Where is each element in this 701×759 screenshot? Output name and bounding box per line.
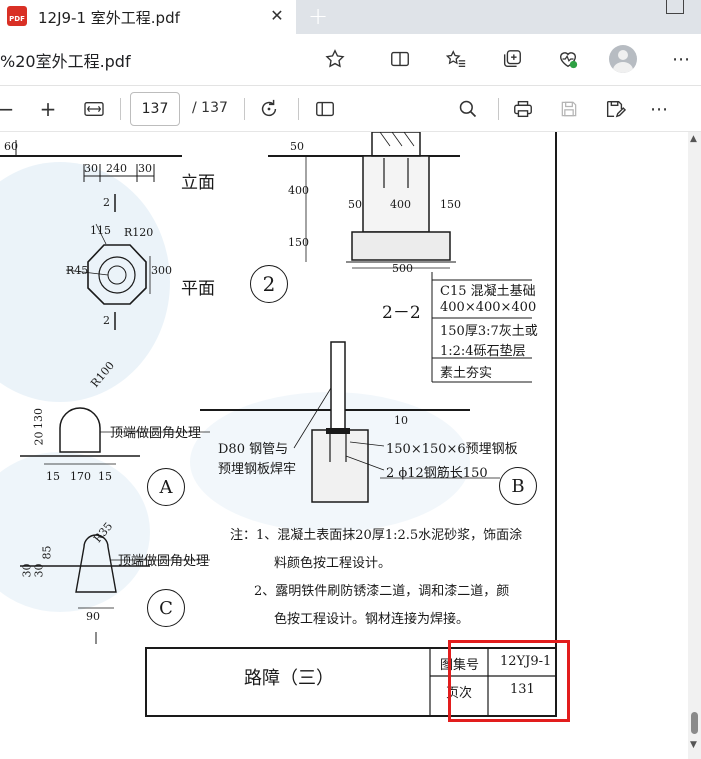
dim-label: 50 [290, 140, 304, 153]
address-bar-row: %20室外工程.pdf ⋯ [0, 34, 701, 86]
pdf-page: 60 30 240 30 立面 2 115 R120 R45 300 平面 2 … [0, 132, 688, 759]
dim-label: 15 [98, 470, 112, 483]
scroll-thumb[interactable] [691, 712, 698, 734]
split-screen-icon[interactable] [387, 46, 413, 72]
note-line: 料颜色按工程设计。 [274, 556, 392, 571]
section-mark: 2 [103, 314, 110, 327]
detail-circle-b: B [499, 467, 537, 505]
title-block-title: 路障（三） [244, 668, 334, 689]
restore-window-icon[interactable] [666, 0, 684, 14]
dim-label: 15 [46, 470, 60, 483]
toolbar-divider [298, 98, 299, 120]
dim-label: 30 [84, 162, 98, 175]
note-line: 2、露明铁件刷防锈漆二道，调和漆二道，颜 [254, 584, 510, 599]
dim-label: 115 [90, 224, 111, 237]
tab-strip: PDF 12J9-1 室外工程.pdf ✕ + [0, 0, 701, 34]
dim-label: 20 [32, 431, 46, 446]
print-icon[interactable] [510, 95, 536, 123]
dim-label: 400 [288, 184, 309, 197]
dim-label: 240 [106, 162, 127, 175]
zoom-out-button[interactable]: − [0, 95, 18, 123]
collections-icon[interactable] [499, 46, 525, 72]
scroll-down-icon[interactable]: ▼ [690, 740, 697, 750]
tab-close-icon[interactable]: ✕ [266, 4, 288, 26]
pdf-toolbar: − + 137 / 137 ⋯ [0, 86, 701, 132]
url-text[interactable]: %20室外工程.pdf [0, 48, 131, 72]
dim-label: 90 [86, 610, 100, 623]
page-number-input[interactable]: 137 [130, 92, 180, 126]
profile-avatar[interactable] [609, 45, 637, 73]
more-icon[interactable]: ⋯ [668, 46, 694, 72]
section-mark: 2 [103, 196, 110, 209]
legend-line: 1:2:4砾石垫层 [440, 344, 526, 359]
detail-circle-a: A [147, 468, 185, 506]
page-view-icon[interactable] [312, 95, 338, 123]
dim-label: 150 [440, 198, 461, 211]
pipe-note: D80 钢管与 [218, 442, 289, 457]
dim-label: 30 [32, 563, 46, 578]
dim-label: 30 [138, 162, 152, 175]
fit-width-icon[interactable] [81, 95, 107, 123]
plate-note: 150×150×6预埋钢板 [386, 442, 518, 457]
health-icon[interactable] [555, 46, 581, 72]
detail-circle-c: C [147, 589, 185, 627]
legend-line: 150厚3:7灰土或 [440, 324, 538, 339]
elevation-label: 立面 [181, 173, 215, 193]
star-icon[interactable] [322, 46, 348, 72]
save-as-icon[interactable] [602, 95, 628, 123]
dim-label: 50 [348, 198, 362, 211]
scroll-up-icon[interactable]: ▲ [690, 134, 697, 144]
dim-label: 170 [70, 470, 91, 483]
zoom-in-button[interactable]: + [36, 95, 60, 123]
dim-label: 500 [392, 262, 413, 275]
highlight-box [448, 640, 570, 722]
section-2-2-label: 2－2 [382, 303, 421, 323]
toolbar-divider [120, 98, 121, 120]
pdf-viewer: 60 30 240 30 立面 2 115 R120 R45 300 平面 2 … [0, 132, 701, 759]
pdf-file-icon: PDF [7, 6, 27, 26]
tab-title: 12J9-1 室外工程.pdf [38, 9, 180, 27]
page-total: / 137 [192, 100, 228, 116]
dim-label: 130 [32, 408, 45, 429]
plan-label: 平面 [181, 279, 215, 299]
legend-line: C15 混凝土基础 [440, 284, 536, 299]
more-icon[interactable]: ⋯ [646, 95, 672, 123]
detail-a-note: 顶端做圆角处理 [110, 426, 202, 441]
new-tab-button[interactable]: + [304, 2, 332, 30]
favorites-icon[interactable] [443, 46, 469, 72]
detail-circle-2: 2 [250, 265, 288, 303]
dim-label: 300 [151, 264, 172, 277]
pipe-note: 预埋钢板焊牢 [218, 462, 297, 477]
dim-label: 10 [394, 414, 408, 427]
legend-line: 400×400×400 [440, 300, 537, 315]
toolbar-divider [498, 98, 499, 120]
bar-note: 2 ϕ12钢筋长150 [386, 466, 488, 481]
dim-label: 400 [390, 198, 411, 211]
vertical-scrollbar[interactable]: ▲ ▼ [688, 132, 701, 759]
dim-label: R120 [124, 226, 154, 239]
dim-label: 150 [288, 236, 309, 249]
rotate-icon[interactable] [256, 95, 282, 123]
save-icon[interactable] [556, 95, 582, 123]
toolbar-divider [244, 98, 245, 120]
dim-label: R45 [66, 264, 89, 277]
note-line: 注：1、混凝土表面抹20厚1:2.5水泥砂浆，饰面涂 [230, 528, 523, 543]
tab-active[interactable]: PDF 12J9-1 室外工程.pdf ✕ [0, 0, 296, 34]
dim-label: 85 [40, 545, 54, 560]
search-icon[interactable] [455, 95, 481, 123]
dim-label: 60 [4, 140, 18, 153]
note-line: 色按工程设计。钢材连接为焊接。 [274, 612, 470, 627]
detail-c-note: 顶端做圆角处理 [118, 554, 210, 569]
legend-line: 素土夯实 [440, 366, 493, 381]
